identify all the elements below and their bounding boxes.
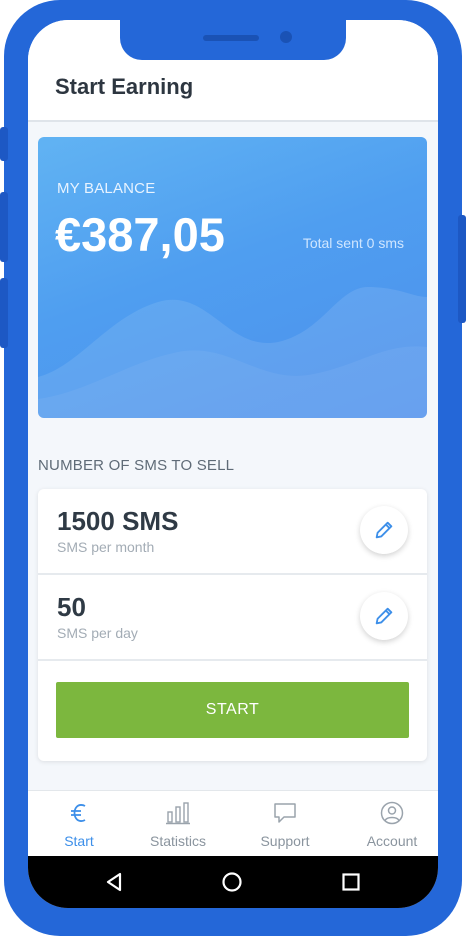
nav-label-start: Start xyxy=(64,833,94,849)
page-title: Start Earning xyxy=(55,74,194,99)
section-title: NUMBER OF SMS TO SELL xyxy=(38,457,235,474)
nav-label-account: Account xyxy=(366,833,418,849)
sms-per-day-value: 50 xyxy=(57,592,86,622)
sms-per-day-row: 50 SMS per day xyxy=(38,575,427,661)
nav-item-account[interactable]: Account xyxy=(341,791,438,857)
power-button xyxy=(458,215,466,323)
nav-label-statistics: Statistics xyxy=(149,833,206,849)
chat-icon xyxy=(274,803,296,823)
volume-up-button xyxy=(0,192,8,262)
sms-per-day-caption: SMS per day xyxy=(57,625,138,641)
system-navigation-bar xyxy=(28,856,438,908)
speaker-grille xyxy=(203,35,259,41)
nav-item-support[interactable]: Support xyxy=(234,791,336,857)
nav-label-support: Support xyxy=(260,833,310,849)
user-icon xyxy=(380,801,404,825)
phone-screen: Start Earning MY BALANCE €387,05 Total s… xyxy=(28,20,438,908)
back-triangle-icon[interactable] xyxy=(103,870,127,894)
home-circle-icon[interactable] xyxy=(220,870,244,894)
bar-chart-icon xyxy=(166,802,190,825)
bottom-navigation: Start Statistics Support Account xyxy=(28,790,438,857)
volume-down-button xyxy=(0,278,8,348)
sms-per-month-value: 1500 SMS xyxy=(57,506,179,536)
recent-square-icon[interactable] xyxy=(339,870,363,894)
balance-card: MY BALANCE €387,05 Total sent 0 sms xyxy=(38,137,427,418)
balance-amount: €387,05 xyxy=(55,208,225,261)
sms-per-month-row: 1500 SMS SMS per month xyxy=(38,489,427,575)
front-camera xyxy=(280,31,292,43)
edit-sms-per-day-button[interactable] xyxy=(360,592,408,640)
mute-switch xyxy=(0,127,8,161)
notch xyxy=(120,20,346,60)
euro-icon xyxy=(71,804,86,822)
total-sent-text: Total sent 0 sms xyxy=(302,235,404,251)
pencil-icon xyxy=(375,607,393,625)
pencil-icon xyxy=(375,521,393,539)
sms-per-month-caption: SMS per month xyxy=(57,539,155,555)
nav-item-start[interactable]: Start xyxy=(28,791,130,857)
balance-label: MY BALANCE xyxy=(57,180,156,197)
edit-sms-per-month-button[interactable] xyxy=(360,506,408,554)
nav-item-statistics[interactable]: Statistics xyxy=(127,791,229,857)
start-button[interactable]: START xyxy=(56,682,409,738)
sms-settings-card: 1500 SMS SMS per month 50 SMS per day ST… xyxy=(38,489,427,761)
